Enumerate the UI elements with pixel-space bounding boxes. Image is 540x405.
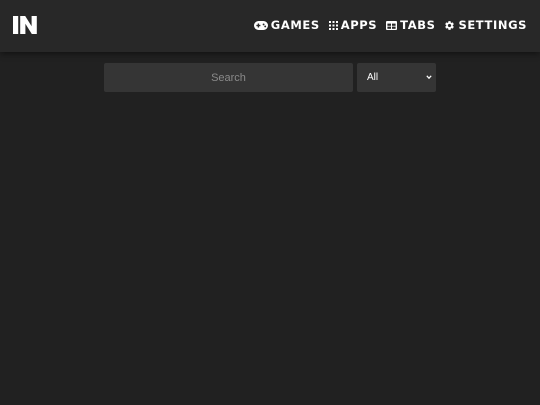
nav-apps[interactable]: APPS [328, 17, 378, 33]
nav-settings-label: SETTINGS [458, 18, 527, 32]
gamepad-icon [253, 20, 268, 30]
filter-selected-value: All [367, 72, 379, 83]
top-navigation-bar: GAMES APPS TABS SETTINGS [0, 0, 540, 52]
nav-tabs-label: TABS [400, 18, 436, 32]
nav-games[interactable]: GAMES [253, 17, 320, 33]
main-nav: GAMES APPS TABS SETTINGS [253, 17, 527, 33]
nav-settings[interactable]: SETTINGS [444, 17, 527, 33]
chevron-down-icon [426, 74, 432, 80]
logo[interactable] [13, 16, 37, 34]
logo-icon [13, 16, 37, 34]
nav-tabs[interactable]: TABS [386, 17, 435, 33]
nav-apps-label: APPS [340, 18, 378, 32]
search-bar: All [104, 63, 436, 92]
category-filter-select[interactable]: All [357, 63, 436, 92]
search-input[interactable] [104, 63, 353, 92]
tabs-table-icon [386, 20, 398, 30]
grid-dots-icon [328, 20, 338, 30]
nav-games-label: GAMES [270, 18, 320, 32]
gear-icon [444, 20, 455, 31]
